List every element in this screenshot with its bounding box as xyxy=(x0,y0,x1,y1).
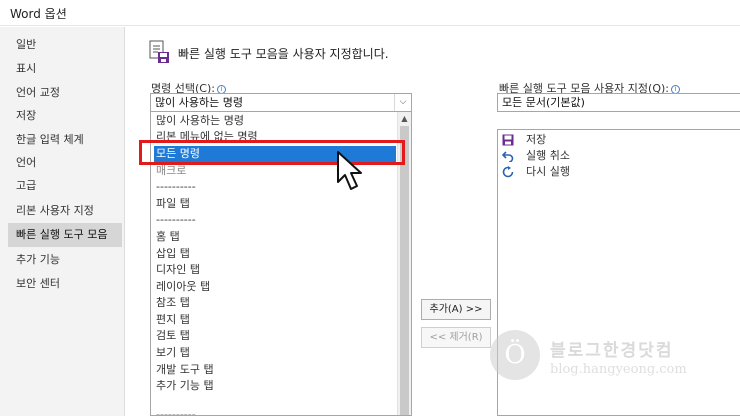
sidebar-item-trust-center[interactable]: 보안 센터 xyxy=(8,272,122,296)
list-item[interactable]: 개발 도구 탭 xyxy=(154,362,396,378)
qat-item-label: 저장 xyxy=(526,133,547,146)
list-item[interactable]: 보기 탭 xyxy=(154,345,396,361)
options-sidebar: 일반 표시 언어 교정 저장 한글 입력 체계 언어 고급 리본 사용자 지정 … xyxy=(0,27,125,416)
sidebar-item-customize-ribbon[interactable]: 리본 사용자 지정 xyxy=(8,199,122,223)
sidebar-item-save[interactable]: 저장 xyxy=(8,104,122,128)
scroll-up-icon[interactable]: ▲ xyxy=(398,114,411,123)
list-item[interactable]: 참조 탭 xyxy=(154,295,396,311)
list-item[interactable]: 검토 탭 xyxy=(154,328,396,344)
list-item[interactable]: 홈 탭 xyxy=(154,229,396,245)
list-item[interactable]: 레이아웃 탭 xyxy=(154,279,396,295)
sidebar-item-display[interactable]: 표시 xyxy=(8,57,122,81)
sidebar-item-general[interactable]: 일반 xyxy=(8,33,122,57)
list-item[interactable]: 추가 기능 탭 xyxy=(154,378,396,394)
sidebar-item-language[interactable]: 언어 xyxy=(8,151,122,175)
sidebar-item-quick-access-toolbar[interactable]: 빠른 실행 도구 모음 xyxy=(8,223,122,247)
scrollbar-thumb[interactable] xyxy=(400,126,409,415)
choose-commands-value: 많이 사용하는 명령 xyxy=(155,96,243,109)
list-item[interactable]: 많이 사용하는 명령 xyxy=(154,113,396,129)
sidebar-item-korean-input[interactable]: 한글 입력 체계 xyxy=(8,128,122,152)
redo-icon xyxy=(502,166,514,178)
qat-item-label: 다시 실행 xyxy=(526,165,570,178)
mouse-pointer-icon xyxy=(337,151,362,190)
title-bar: Word 옵션 xyxy=(0,0,740,26)
customize-qat-value: 모든 문서(기본값) xyxy=(502,96,585,109)
list-item[interactable]: 디자인 탭 xyxy=(154,262,396,278)
watermark-subtitle: blog.hangyeong.com xyxy=(550,362,687,377)
chevron-down-icon[interactable]: ⌵ xyxy=(394,94,411,111)
sidebar-item-add-ins[interactable]: 추가 기능 xyxy=(8,248,122,272)
remove-button[interactable]: << 제거(R) xyxy=(421,327,491,348)
watermark-logo: Ö xyxy=(490,330,540,380)
list-item[interactable]: 편지 탭 xyxy=(154,312,396,328)
window-title: Word 옵션 xyxy=(10,7,67,21)
page-title: 빠른 실행 도구 모음을 사용자 지정합니다. xyxy=(178,47,389,61)
choose-commands-dropdown[interactable]: 많이 사용하는 명령 ⌵ xyxy=(150,93,412,112)
add-button[interactable]: 추가(A) >> xyxy=(421,299,491,320)
qat-item-label: 실행 취소 xyxy=(526,149,570,162)
sidebar-item-proofing[interactable]: 언어 교정 xyxy=(8,81,122,105)
sidebar-item-advanced[interactable]: 고급 xyxy=(8,174,122,198)
quick-access-toolbar-icon xyxy=(149,40,169,63)
list-separator: ---------- xyxy=(156,213,196,226)
list-item[interactable]: 삽입 탭 xyxy=(154,246,396,262)
save-icon xyxy=(502,134,514,146)
watermark: Ö 블로그한경닷컴 blog.hangyeong.com xyxy=(490,330,700,390)
customize-qat-dropdown[interactable]: 모든 문서(기본값) xyxy=(497,93,740,112)
undo-icon xyxy=(502,151,514,162)
list-separator: ---------- xyxy=(156,408,196,416)
watermark-title: 블로그한경닷컴 xyxy=(550,341,674,361)
list-item[interactable]: 파일 탭 xyxy=(154,196,396,212)
